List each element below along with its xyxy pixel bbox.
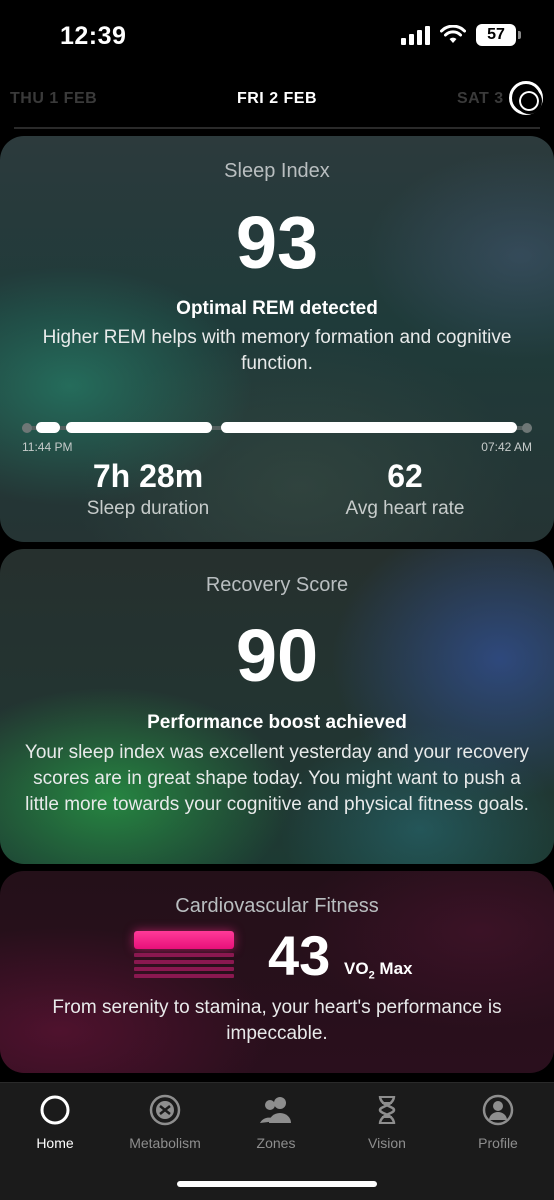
timeline-start-dot <box>22 423 32 433</box>
sleep-segment <box>221 422 517 433</box>
sleep-timeline <box>22 421 532 435</box>
sleep-body: Higher REM helps with memory formation a… <box>42 327 512 374</box>
status-bar: 12:39 57 <box>0 0 554 70</box>
sleep-start-time: 11:44 PM <box>22 440 73 454</box>
vo2-unit-main: VO <box>344 959 369 978</box>
tab-vision[interactable]: Vision <box>332 1093 442 1151</box>
vo2-max-value: 43 <box>268 924 331 987</box>
cardio-level-icon <box>134 929 234 979</box>
cardio-bar <box>134 967 234 971</box>
cardio-bar <box>134 960 234 964</box>
date-selector: THU 1 FEB FRI 2 FEB SAT 3 <box>0 80 554 120</box>
tab-profile[interactable]: Profile <box>443 1093 553 1151</box>
sleep-segment <box>66 422 212 433</box>
home-indicator <box>177 1181 377 1187</box>
tab-label: Metabolism <box>129 1135 201 1151</box>
status-time: 12:39 <box>60 22 127 50</box>
recovery-headline: Performance boost achieved <box>147 712 407 733</box>
vo2-max-unit: VO2 Max <box>344 959 412 981</box>
cardio-bar-active <box>134 931 234 949</box>
home-ring-icon <box>40 1095 70 1125</box>
sleep-segment <box>36 422 60 433</box>
recovery-score: 90 <box>235 614 319 697</box>
wifi-icon <box>440 25 466 43</box>
tab-label: Zones <box>256 1135 296 1151</box>
avg-heart-rate-label: Avg heart rate <box>345 498 465 519</box>
tab-label: Profile <box>478 1135 518 1151</box>
sleep-duration-value: 7h 28m <box>92 458 204 494</box>
vision-dna-icon <box>378 1095 396 1125</box>
tab-metabolism[interactable]: Metabolism <box>110 1093 220 1151</box>
sleep-duration-label: Sleep duration <box>86 498 210 519</box>
status-icons: 57 <box>401 24 521 46</box>
sleep-end-time: 07:42 AM <box>481 440 532 454</box>
recovery-body: Your sleep index was excellent yesterday… <box>24 742 530 815</box>
ring-device-icon[interactable] <box>509 81 543 115</box>
cardio-bar <box>134 974 234 978</box>
battery-icon: 57 <box>476 24 521 46</box>
sleep-headline: Optimal REM detected <box>176 298 378 319</box>
sleep-score: 93 <box>235 201 319 284</box>
cardio-bar <box>134 953 234 957</box>
cellular-signal-icon <box>401 25 430 45</box>
timeline-end-dot <box>522 423 532 433</box>
tab-label: Home <box>36 1135 74 1151</box>
profile-icon <box>482 1094 514 1126</box>
recovery-title: Recovery Score <box>205 574 349 596</box>
sleep-title: Sleep Index <box>224 160 330 182</box>
sleep-index-card[interactable]: Sleep Index 93 Optimal REM detected High… <box>0 136 554 542</box>
date-divider <box>14 127 540 129</box>
metabolism-icon <box>149 1094 181 1126</box>
zones-people-icon <box>260 1097 291 1123</box>
cardio-body: From serenity to stamina, your heart's p… <box>52 997 502 1044</box>
cardio-title: Cardiovascular Fitness <box>175 895 379 917</box>
date-next[interactable]: SAT 3 <box>457 90 504 108</box>
vo2-unit-suffix: Max <box>374 959 413 978</box>
cardio-fitness-card[interactable]: Cardiovascular Fitness 43 VO2 Max From s… <box>0 871 554 1073</box>
tab-label: Vision <box>368 1135 406 1151</box>
tab-zones[interactable]: Zones <box>221 1093 331 1151</box>
tab-home[interactable]: Home <box>0 1093 110 1151</box>
recovery-score-card[interactable]: Recovery Score 90 Performance boost achi… <box>0 549 554 864</box>
avg-heart-rate-value: 62 <box>387 458 423 494</box>
